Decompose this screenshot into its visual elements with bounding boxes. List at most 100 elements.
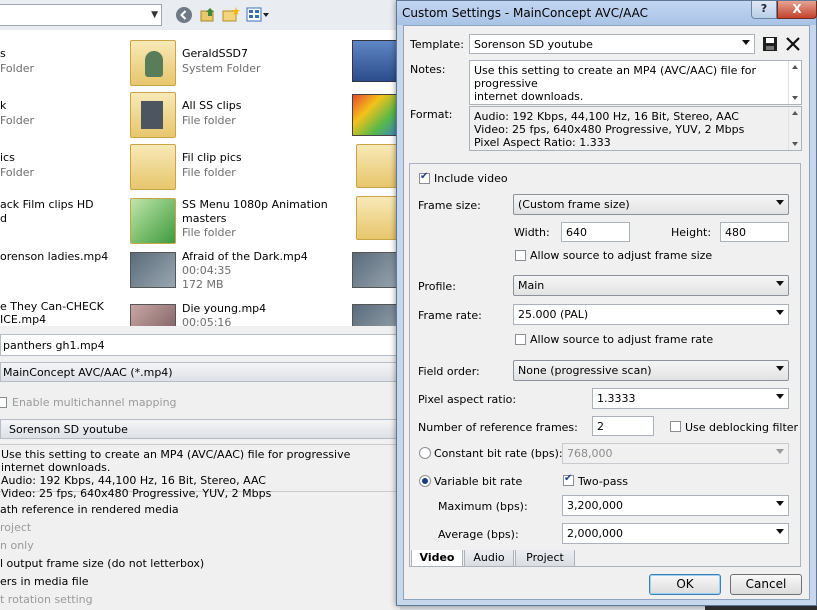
constant-bitrate-radio[interactable]: [419, 447, 431, 459]
video-settings-panel: Include video Frame size: (Custom frame …: [409, 163, 801, 567]
scroll-up-icon: [792, 111, 798, 115]
two-pass-label: Two-pass: [578, 475, 628, 488]
list-item[interactable]: ack Film clips HD d: [0, 198, 124, 246]
description-box: Use this setting to create an MP4 (AVC/A…: [0, 444, 400, 500]
notes-label: Notes:: [410, 63, 446, 76]
template-row[interactable]: Sorenson SD youtube: [0, 419, 400, 439]
notes-textbox[interactable]: Use this setting to create an MP4 (AVC/A…: [469, 60, 802, 105]
look-in-dropdown[interactable]: ▼: [0, 4, 162, 26]
list-item[interactable]: GeraldSSD7 System Folder: [128, 38, 328, 86]
list-item[interactable]: s Folder: [0, 42, 120, 90]
pixel-aspect-dropdown[interactable]: 1.3333: [592, 388, 789, 409]
file-name-input[interactable]: panthers gh1.mp4: [0, 334, 400, 356]
desktop-edge: [705, 606, 817, 610]
reference-frames-label: Number of reference frames:: [418, 421, 578, 434]
list-item[interactable]: e They Can-CHECK ICE.mp4: [0, 300, 124, 326]
folder-icon: [130, 144, 176, 190]
folder-icon[interactable]: [356, 196, 398, 240]
back-icon[interactable]: [175, 6, 193, 24]
scroll-up-icon: [792, 65, 798, 69]
reference-frames-input[interactable]: 2: [592, 416, 654, 436]
chevron-down-icon: [742, 40, 750, 45]
variable-bitrate-radio[interactable]: [419, 475, 431, 487]
render-format-row[interactable]: MainConcept AVC/AAC (*.mp4): [0, 362, 400, 382]
file-list: s Folder GeraldSSD7 System Folder k Fold…: [0, 30, 400, 326]
allow-frame-rate-label: Allow source to adjust frame rate: [530, 333, 714, 346]
constant-bitrate-label: Constant bit rate (bps):: [434, 447, 563, 460]
chevron-down-icon: [776, 529, 784, 534]
close-button[interactable]: X: [777, 1, 817, 19]
allow-frame-size-checkbox[interactable]: [515, 250, 526, 261]
video-thumbnail-icon[interactable]: [352, 252, 400, 288]
frame-rate-dropdown[interactable]: 25.000 (PAL): [513, 304, 789, 325]
format-summary-box: Audio: 192 Kbps, 44,100 Hz, 16 Bit, Ster…: [469, 106, 802, 151]
tab-video[interactable]: Video: [411, 550, 463, 567]
list-item[interactable]: Afraid of the Dark.mp4 00:04:35 172 MB: [128, 246, 328, 294]
allow-frame-size-label: Allow source to adjust frame size: [530, 249, 713, 262]
template-dropdown[interactable]: Sorenson SD youtube: [469, 34, 755, 54]
chevron-down-icon: [776, 281, 784, 286]
height-label: Height:: [671, 226, 712, 239]
list-item[interactable]: SS Menu 1080p Animation masters File fol…: [128, 194, 338, 244]
frame-rate-label: Frame rate:: [418, 309, 482, 322]
list-item[interactable]: ics Folder: [0, 146, 120, 194]
multichannel-label: Enable multichannel mapping: [12, 396, 177, 409]
scroll-down-icon: [792, 96, 798, 100]
constant-bitrate-dropdown[interactable]: 768,000: [562, 443, 789, 464]
deblocking-checkbox[interactable]: [670, 421, 681, 432]
frame-size-dropdown[interactable]: (Custom frame size): [513, 194, 789, 215]
dialog-title: Custom Settings - MainConcept AVC/AAC: [402, 6, 649, 20]
list-item[interactable]: orenson ladies.mp4: [0, 250, 124, 298]
maximum-bitrate-dropdown[interactable]: 3,200,000: [562, 495, 789, 516]
option-label: t rotation setting: [0, 593, 93, 606]
width-input[interactable]: 640: [561, 222, 630, 242]
two-pass-checkbox[interactable]: [563, 473, 574, 486]
chevron-down-icon: [776, 449, 784, 454]
new-folder-icon[interactable]: [222, 6, 240, 24]
profile-dropdown[interactable]: Main: [513, 275, 789, 296]
view-menu-icon[interactable]: [246, 6, 270, 24]
cancel-button[interactable]: Cancel: [730, 574, 802, 595]
dialog-body: Template: Sorenson SD youtube Notes: Use…: [403, 25, 810, 600]
tab-audio[interactable]: Audio: [464, 550, 514, 567]
scroll-down-icon: [792, 142, 798, 146]
custom-settings-dialog: Custom Settings - MainConcept AVC/AAC ? …: [396, 0, 817, 606]
chevron-down-icon: [776, 501, 784, 506]
format-label: Format:: [410, 108, 453, 121]
average-bitrate-dropdown[interactable]: 2,000,000: [562, 523, 789, 544]
pixel-aspect-label: Pixel aspect ratio:: [418, 393, 517, 406]
chevron-down-icon: [776, 310, 784, 315]
help-button[interactable]: ?: [751, 1, 777, 19]
video-thumbnail-icon: [130, 252, 176, 288]
computer-icon[interactable]: [352, 40, 400, 82]
save-template-icon[interactable]: [761, 35, 779, 53]
delete-template-icon[interactable]: [784, 35, 802, 53]
title-bar[interactable]: Custom Settings - MainConcept AVC/AAC ? …: [397, 1, 817, 25]
list-item[interactable]: Die young.mp4 00:05:16: [128, 298, 328, 326]
tab-project[interactable]: Project: [515, 550, 575, 567]
ok-button[interactable]: OK: [649, 574, 721, 595]
video-thumbnail-icon[interactable]: [352, 304, 400, 326]
folder-icon[interactable]: [352, 94, 400, 136]
height-input[interactable]: 480: [720, 222, 789, 242]
maximum-bitrate-label: Maximum (bps):: [438, 500, 528, 513]
up-folder-icon[interactable]: [199, 6, 217, 24]
list-item[interactable]: Fil clip pics File folder: [128, 142, 328, 190]
include-video-label: Include video: [434, 172, 508, 185]
notes-scrollbar[interactable]: [788, 61, 801, 104]
allow-frame-rate-checkbox[interactable]: [515, 334, 526, 345]
average-bitrate-label: Average (bps):: [438, 528, 519, 541]
option-label: ath reference in rendered media: [0, 503, 179, 516]
template-label: Template:: [410, 38, 464, 51]
video-thumbnail-icon: [130, 304, 176, 326]
option-label: roject: [0, 521, 32, 534]
format-scrollbar[interactable]: [788, 107, 801, 150]
list-item[interactable]: k Folder: [0, 94, 120, 142]
folder-icon[interactable]: [356, 144, 398, 188]
multichannel-checkbox[interactable]: [0, 397, 7, 408]
list-item[interactable]: All SS clips File folder: [128, 90, 328, 138]
profile-label: Profile:: [418, 280, 456, 293]
render-as-dialog: ▼ s Folder GeraldSSD7 System Folder k Fo…: [0, 0, 400, 610]
field-order-dropdown[interactable]: None (progressive scan): [513, 360, 789, 381]
include-video-checkbox[interactable]: [419, 171, 430, 184]
